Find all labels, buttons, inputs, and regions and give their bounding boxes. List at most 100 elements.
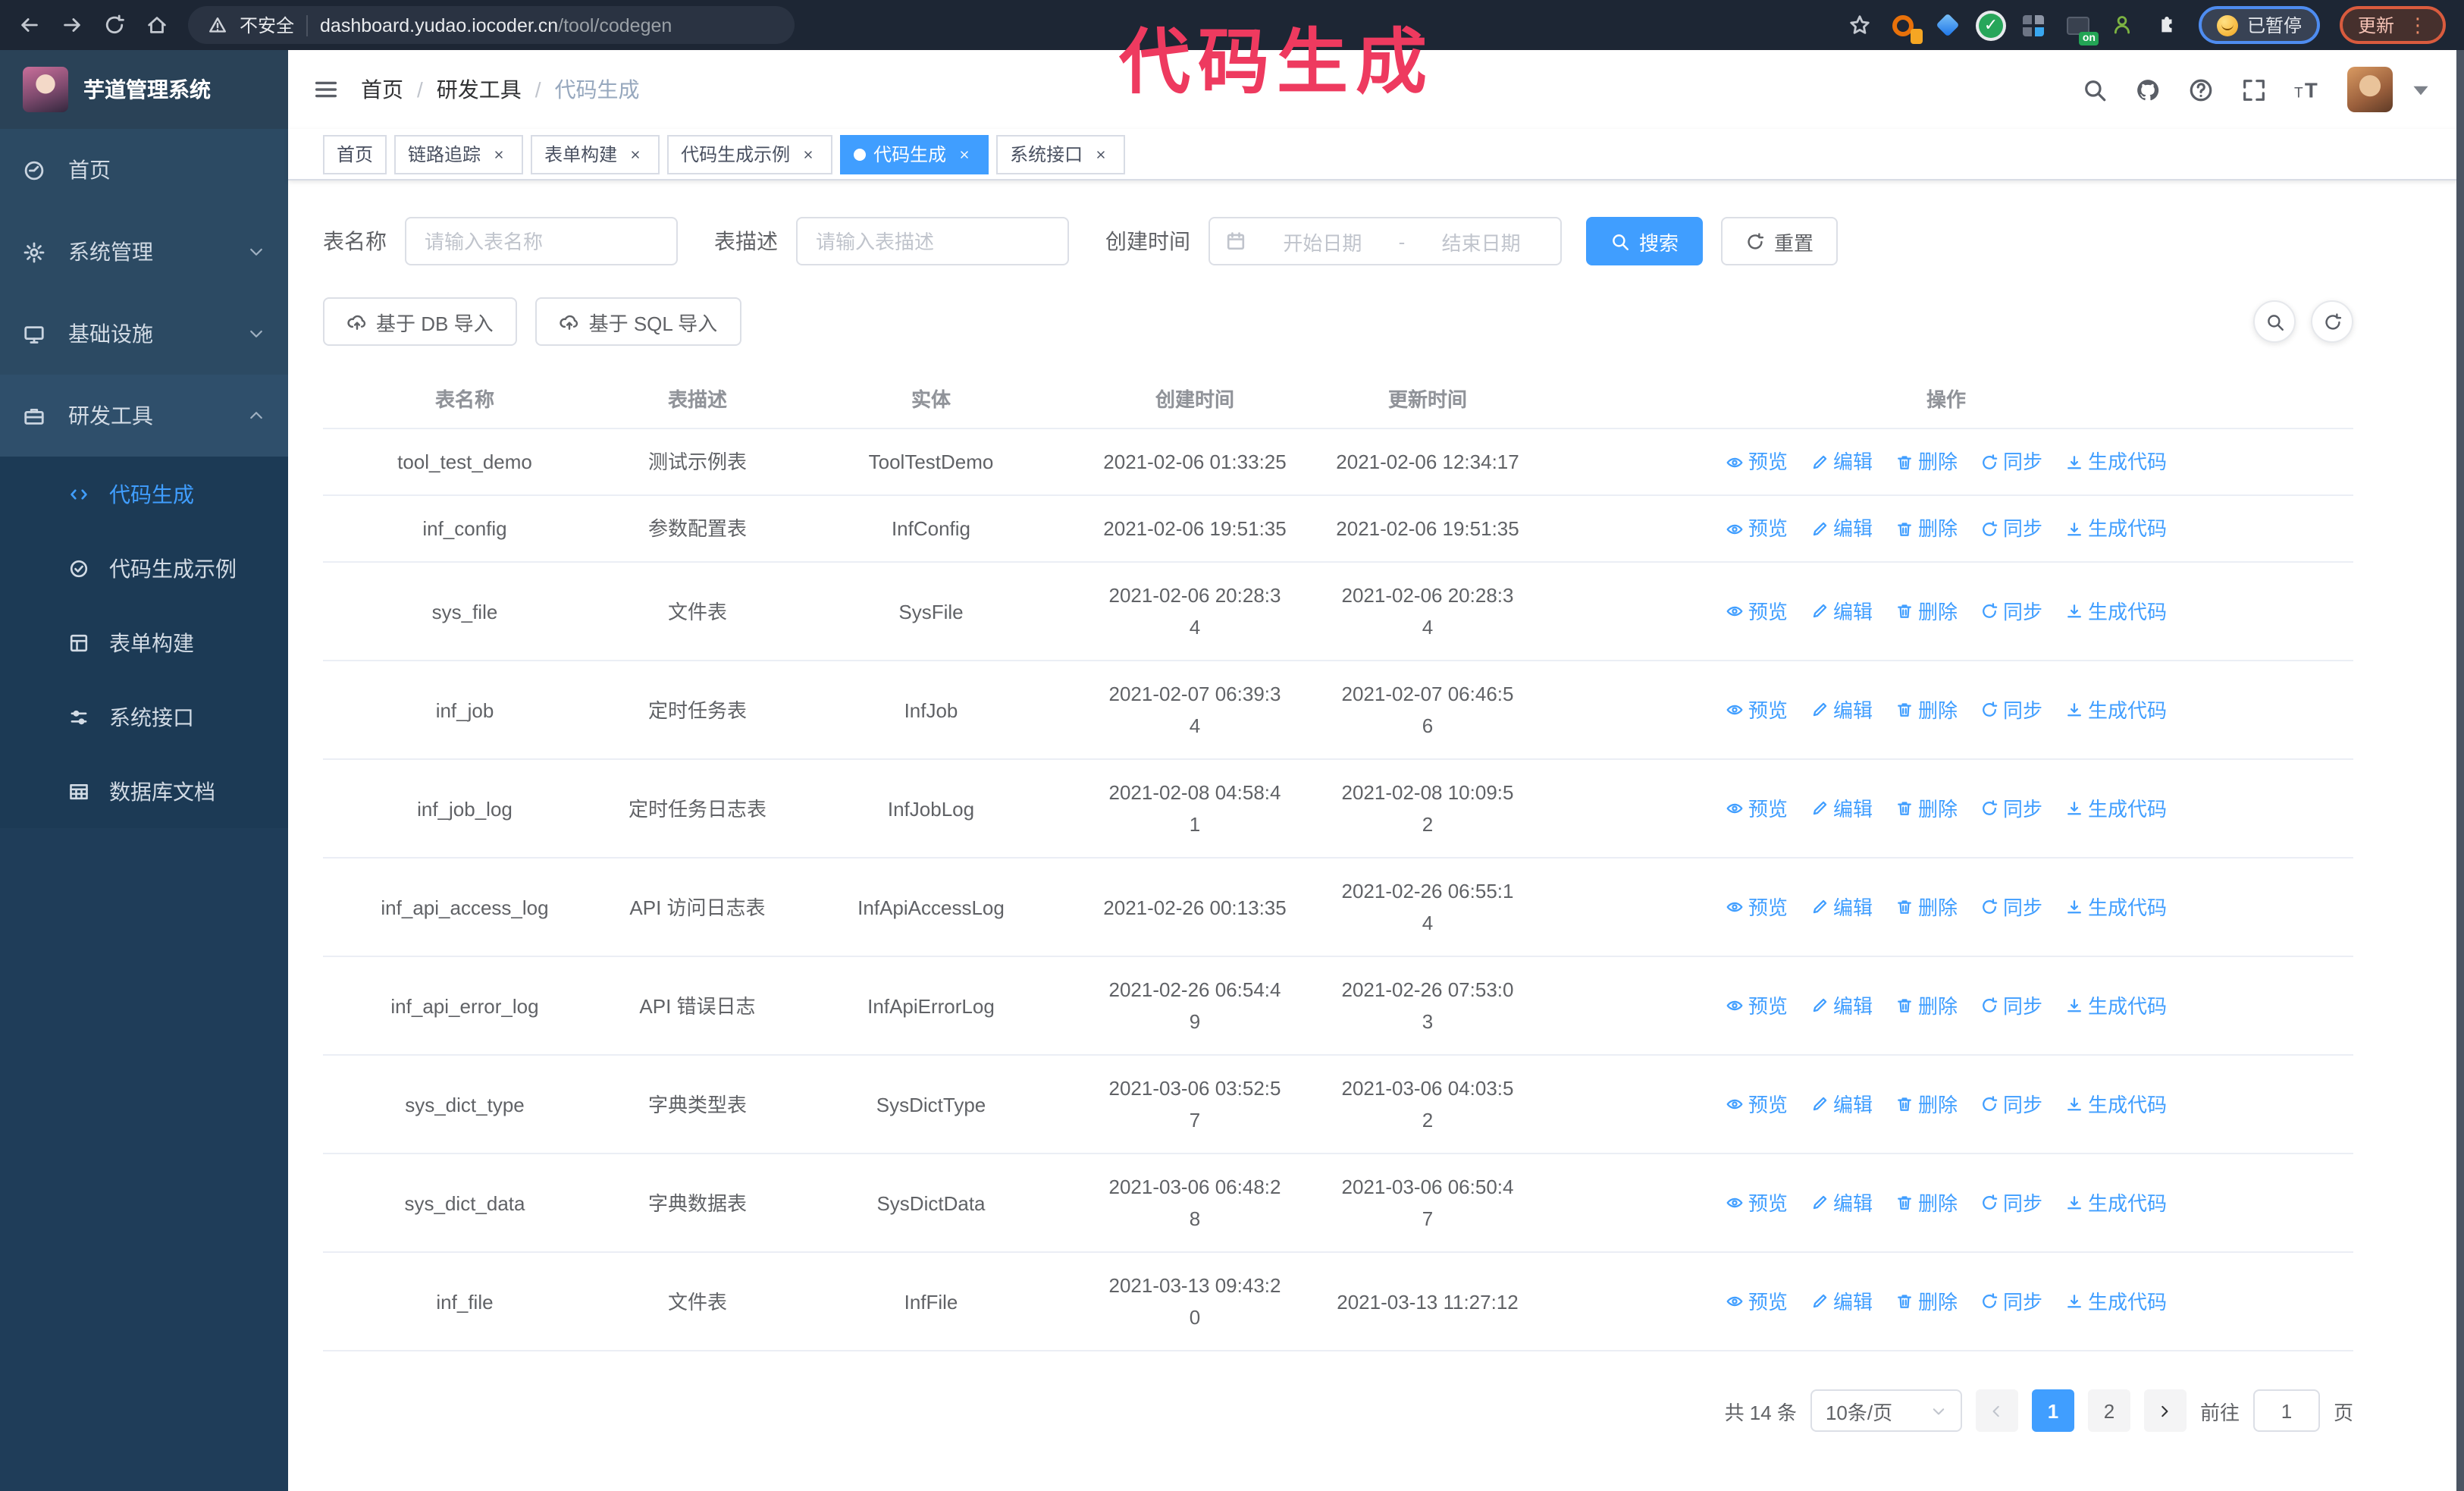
start-date-placeholder[interactable]: 开始日期 bbox=[1259, 227, 1387, 256]
delete-action-button[interactable]: 删除 bbox=[1895, 1187, 1958, 1219]
browser-home-icon[interactable] bbox=[146, 14, 168, 36]
delete-action-button[interactable]: 删除 bbox=[1895, 694, 1958, 726]
preview-action-button[interactable]: 预览 bbox=[1726, 694, 1788, 726]
generate-action-button[interactable]: 生成代码 bbox=[2065, 595, 2167, 627]
tag-系统接口[interactable]: 系统接口 bbox=[996, 134, 1125, 174]
delete-action-button[interactable]: 删除 bbox=[1895, 793, 1958, 824]
prev-page-button[interactable] bbox=[1976, 1389, 2018, 1432]
breadcrumb-item[interactable]: 研发工具 bbox=[437, 74, 522, 105]
reset-button[interactable]: 重置 bbox=[1721, 217, 1838, 265]
preview-action-button[interactable]: 预览 bbox=[1726, 513, 1788, 545]
search-button[interactable]: 搜索 bbox=[1586, 217, 1703, 265]
refresh-table-button[interactable] bbox=[2311, 300, 2353, 343]
sync-action-button[interactable]: 同步 bbox=[1980, 990, 2042, 1022]
sidebar-logo-row[interactable]: 芋道管理系统 bbox=[0, 50, 288, 129]
table-desc-input[interactable] bbox=[796, 217, 1069, 265]
edit-action-button[interactable]: 编辑 bbox=[1810, 694, 1873, 726]
browser-forward-icon[interactable] bbox=[61, 14, 83, 36]
sync-action-button[interactable]: 同步 bbox=[1980, 513, 2042, 545]
sidebar-item-system[interactable]: 系统管理 bbox=[0, 211, 288, 293]
edit-action-button[interactable]: 编辑 bbox=[1810, 990, 1873, 1022]
edit-action-button[interactable]: 编辑 bbox=[1810, 1088, 1873, 1120]
github-icon[interactable] bbox=[2135, 77, 2161, 102]
tag-首页[interactable]: 首页 bbox=[323, 134, 387, 174]
tag-代码生成示例[interactable]: 代码生成示例 bbox=[667, 134, 832, 174]
check-extension-icon[interactable]: ✓ bbox=[1979, 13, 2003, 37]
profile-paused-badge[interactable]: 已暂停 bbox=[2199, 6, 2320, 44]
delete-action-button[interactable]: 删除 bbox=[1895, 446, 1958, 478]
preview-action-button[interactable]: 预览 bbox=[1726, 793, 1788, 824]
gem-extension-icon[interactable] bbox=[1935, 12, 1961, 38]
edit-action-button[interactable]: 编辑 bbox=[1810, 1285, 1873, 1317]
generate-action-button[interactable]: 生成代码 bbox=[2065, 694, 2167, 726]
delete-action-button[interactable]: 删除 bbox=[1895, 891, 1958, 923]
generate-action-button[interactable]: 生成代码 bbox=[2065, 446, 2167, 478]
end-date-placeholder[interactable]: 结束日期 bbox=[1417, 227, 1545, 256]
orange-extension-icon[interactable] bbox=[1891, 12, 1917, 38]
edit-action-button[interactable]: 编辑 bbox=[1810, 793, 1873, 824]
tag-链路追踪[interactable]: 链路追踪 bbox=[394, 134, 523, 174]
sync-action-button[interactable]: 同步 bbox=[1980, 891, 2042, 923]
tag-close-icon[interactable] bbox=[1090, 143, 1111, 165]
edit-action-button[interactable]: 编辑 bbox=[1810, 1187, 1873, 1219]
page-button-1[interactable]: 1 bbox=[2032, 1389, 2074, 1432]
sync-action-button[interactable]: 同步 bbox=[1980, 446, 2042, 478]
preview-action-button[interactable]: 预览 bbox=[1726, 595, 1788, 627]
sync-action-button[interactable]: 同步 bbox=[1980, 595, 2042, 627]
avatar-caret-down-icon[interactable] bbox=[2408, 77, 2434, 102]
breadcrumb-item[interactable]: 首页 bbox=[361, 74, 403, 105]
edit-action-button[interactable]: 编辑 bbox=[1810, 513, 1873, 545]
sidebar-subitem-db-doc[interactable]: 数据库文档 bbox=[0, 754, 288, 828]
font-size-icon[interactable]: TT bbox=[2294, 77, 2320, 102]
delete-action-button[interactable]: 删除 bbox=[1895, 1285, 1958, 1317]
generate-action-button[interactable]: 生成代码 bbox=[2065, 891, 2167, 923]
tag-close-icon[interactable] bbox=[798, 143, 819, 165]
sync-action-button[interactable]: 同步 bbox=[1980, 1187, 2042, 1219]
tag-close-icon[interactable] bbox=[625, 143, 646, 165]
browser-reload-icon[interactable] bbox=[103, 14, 126, 36]
goto-page-input[interactable] bbox=[2253, 1389, 2320, 1432]
generate-action-button[interactable]: 生成代码 bbox=[2065, 1088, 2167, 1120]
sync-action-button[interactable]: 同步 bbox=[1980, 1088, 2042, 1120]
delete-action-button[interactable]: 删除 bbox=[1895, 595, 1958, 627]
generate-action-button[interactable]: 生成代码 bbox=[2065, 513, 2167, 545]
edit-action-button[interactable]: 编辑 bbox=[1810, 595, 1873, 627]
sidebar-subitem-system-api[interactable]: 系统接口 bbox=[0, 680, 288, 754]
header-search-icon[interactable] bbox=[2082, 77, 2108, 102]
tag-表单构建[interactable]: 表单构建 bbox=[531, 134, 660, 174]
sidebar-subitem-codegen-example[interactable]: 代码生成示例 bbox=[0, 531, 288, 605]
delete-action-button[interactable]: 删除 bbox=[1895, 513, 1958, 545]
generate-action-button[interactable]: 生成代码 bbox=[2065, 1187, 2167, 1219]
browser-back-icon[interactable] bbox=[18, 14, 41, 36]
page-size-select[interactable]: 10条/页 bbox=[1810, 1389, 1962, 1432]
preview-action-button[interactable]: 预览 bbox=[1726, 1187, 1788, 1219]
tag-代码生成[interactable]: 代码生成 bbox=[840, 134, 989, 174]
tag-close-icon[interactable] bbox=[488, 143, 509, 165]
sidebar-item-home[interactable]: 首页 bbox=[0, 129, 288, 211]
preview-action-button[interactable]: 预览 bbox=[1726, 990, 1788, 1022]
insecure-warning-icon[interactable] bbox=[208, 15, 227, 35]
sync-action-button[interactable]: 同步 bbox=[1980, 1285, 2042, 1317]
puzzle-extensions-icon[interactable] bbox=[2153, 12, 2179, 38]
browser-update-badge[interactable]: 更新 ⋮ bbox=[2340, 6, 2446, 44]
import-sql-button[interactable]: 基于 SQL 导入 bbox=[536, 297, 742, 346]
generate-action-button[interactable]: 生成代码 bbox=[2065, 1285, 2167, 1317]
fullscreen-icon[interactable] bbox=[2241, 77, 2267, 102]
toggle-search-button[interactable] bbox=[2253, 300, 2296, 343]
person-extension-icon[interactable] bbox=[2109, 12, 2135, 38]
browser-menu-icon[interactable]: ⋮ bbox=[2408, 15, 2428, 35]
delete-action-button[interactable]: 删除 bbox=[1895, 990, 1958, 1022]
table-name-input[interactable] bbox=[405, 217, 678, 265]
date-range-picker[interactable]: 开始日期 - 结束日期 bbox=[1208, 217, 1562, 265]
preview-action-button[interactable]: 预览 bbox=[1726, 1088, 1788, 1120]
edit-action-button[interactable]: 编辑 bbox=[1810, 446, 1873, 478]
help-icon[interactable] bbox=[2188, 77, 2214, 102]
user-avatar[interactable] bbox=[2347, 67, 2393, 112]
delete-action-button[interactable]: 删除 bbox=[1895, 1088, 1958, 1120]
generate-action-button[interactable]: 生成代码 bbox=[2065, 793, 2167, 824]
address-bar[interactable]: 不安全 dashboard.yudao.iocoder.cn/tool/code… bbox=[188, 6, 795, 44]
sync-action-button[interactable]: 同步 bbox=[1980, 694, 2042, 726]
switch-extension-icon[interactable]: on bbox=[2065, 12, 2091, 38]
import-db-button[interactable]: 基于 DB 导入 bbox=[323, 297, 518, 346]
hamburger-icon[interactable] bbox=[312, 76, 340, 103]
